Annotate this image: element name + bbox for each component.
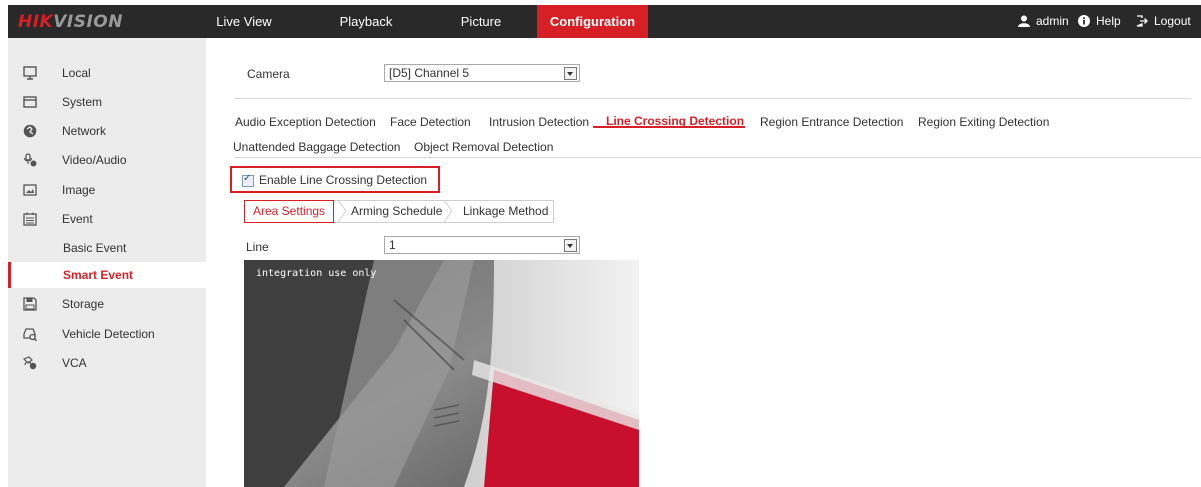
sidebar-item-label: Network [62,124,107,138]
tab-object-removal[interactable]: Object Removal Detection [414,140,553,154]
main-content: Camera [D5] Channel 5 Audio Exception De… [206,38,1201,487]
subtab-area-settings[interactable]: Area Settings [244,200,335,223]
sidebar-item-vehicle-detection[interactable]: Vehicle Detection [8,320,206,348]
sidebar-item-local[interactable]: Local [8,59,206,87]
top-bar: HIKVISION Live View Playback Picture Con… [8,5,1201,38]
sidebar-item-label: Local [62,66,91,80]
storage-icon [23,297,37,311]
tab-region-exiting[interactable]: Region Exiting Detection [918,115,1049,129]
help-link[interactable]: Help [1078,5,1121,38]
divider [235,98,1191,99]
divider [235,157,1201,158]
sidebar-sub-smart-event[interactable]: Smart Event [8,262,206,288]
line-select-value: 1 [389,238,396,252]
tab-region-entrance[interactable]: Region Entrance Detection [760,115,903,129]
enable-line-crossing-highlight: Enable Line Crossing Detection [230,166,440,193]
monitor-icon [23,66,37,80]
enable-label: Enable Line Crossing Detection [259,173,428,187]
system-icon [23,96,37,108]
info-icon [1078,15,1090,27]
video-preview[interactable]: integration use only [244,260,639,487]
logo-hik-text: HIK [18,12,54,32]
image-icon [23,184,37,196]
sidebar-item-video-audio[interactable]: Video/Audio [8,146,206,174]
hikvision-logo: HIKVISION [18,12,123,32]
camera-select[interactable]: [D5] Channel 5 [384,64,580,82]
username: admin [1036,14,1069,28]
nav-configuration[interactable]: Configuration [537,5,648,38]
sidebar-sub-label: Smart Event [63,268,134,282]
sidebar-item-system[interactable]: System [8,88,206,116]
subtab-linkage-method[interactable]: Linkage Method [463,201,548,222]
sidebar: Local System Network Video/Audio Image E… [8,38,206,487]
event-icon [23,212,37,226]
tab-unattended-baggage[interactable]: Unattended Baggage Detection [233,140,400,154]
camera-select-value: [D5] Channel 5 [389,66,470,80]
logout-label: Logout [1154,14,1191,28]
chevron-down-icon [564,67,577,80]
chevron-down-icon [564,239,577,252]
tab-face-detection[interactable]: Face Detection [390,115,471,129]
sidebar-item-event[interactable]: Event [8,205,206,233]
active-tab-indicator [593,126,745,128]
sidebar-item-network[interactable]: Network [8,117,206,145]
sidebar-item-label: Vehicle Detection [62,327,155,341]
sidebar-item-label: Image [62,183,96,197]
help-label: Help [1096,14,1121,28]
line-select[interactable]: 1 [384,236,580,254]
subtab-separator [444,200,453,223]
tab-intrusion-detection[interactable]: Intrusion Detection [489,115,589,129]
logo-vision-text: VISION [53,12,123,32]
sidebar-sub-basic-event[interactable]: Basic Event [8,235,206,261]
sidebar-sub-label: Basic Event [63,241,127,255]
tab-audio-exception[interactable]: Audio Exception Detection [235,115,376,129]
vehicle-icon [23,328,37,341]
logout-link[interactable]: Logout [1136,5,1191,38]
user-icon [1018,15,1030,27]
camera-feed-image [244,260,639,487]
logout-icon [1136,15,1148,27]
user-menu[interactable]: admin [1018,5,1069,38]
sidebar-item-label: Video/Audio [62,153,127,167]
vca-icon [23,356,37,370]
video-overlay-text: integration use only [256,268,377,279]
sidebar-item-storage[interactable]: Storage [8,290,206,318]
nav-picture[interactable]: Picture [451,5,511,38]
camera-label: Camera [247,67,290,81]
nav-live-view[interactable]: Live View [215,5,273,38]
video-audio-icon [23,153,37,167]
sidebar-item-image[interactable]: Image [8,176,206,204]
enable-checkbox[interactable] [242,173,254,187]
network-icon [23,124,37,138]
sidebar-item-label: Event [62,212,93,226]
page: HIKVISION Live View Playback Picture Con… [0,0,1201,487]
subtab-separator [338,200,347,223]
sidebar-item-vca[interactable]: VCA [8,349,206,377]
sidebar-item-label: Storage [62,297,105,311]
settings-subtabs: Area Settings Arming Schedule Linkage Me… [244,200,554,223]
sidebar-item-label: VCA [62,356,87,370]
sidebar-item-label: System [62,95,103,109]
line-label: Line [246,240,269,254]
subtab-arming-schedule[interactable]: Arming Schedule [351,201,442,222]
nav-playback[interactable]: Playback [336,5,396,38]
